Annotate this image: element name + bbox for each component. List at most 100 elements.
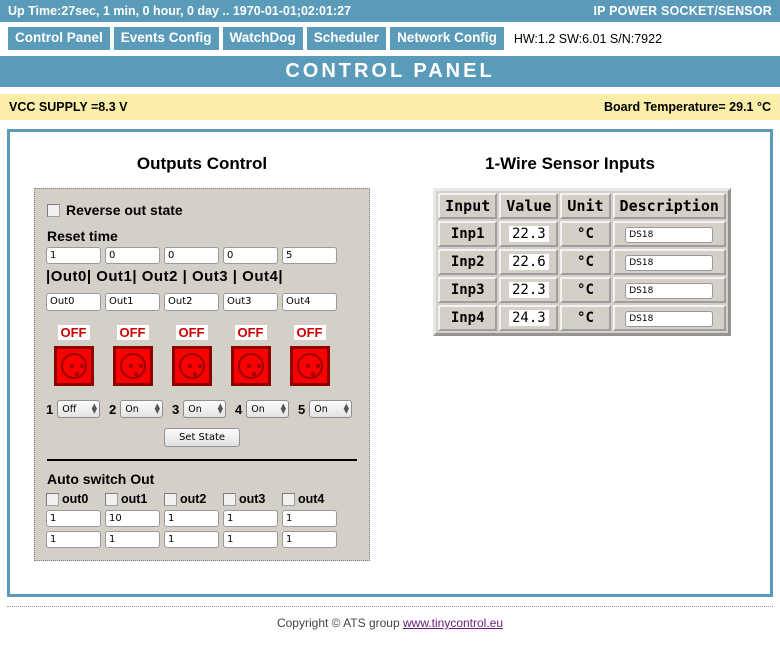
set-state-button[interactable]: Set State — [163, 428, 241, 447]
reverse-out-state-checkbox[interactable] — [47, 203, 60, 217]
auto-switch-off-input-0[interactable]: 1 — [46, 531, 101, 548]
selector-wrap-2: On ▲ ▼ — [120, 400, 163, 418]
auto-switch-on-input-3[interactable]: 1 — [223, 510, 278, 527]
sensor-description-input-1[interactable]: DS18 — [625, 255, 714, 271]
reset-time-inputs: 1 0 0 0 5 — [46, 247, 359, 264]
auto-switch-checkbox-3[interactable] — [223, 492, 236, 506]
reset-time-input-1[interactable]: 0 — [105, 247, 160, 264]
sensor-unit-2: °C — [560, 277, 611, 303]
sensor-value-cell-1: 22.6 — [499, 249, 559, 275]
sensor-description-input-2[interactable]: DS18 — [625, 283, 714, 299]
sensor-value-1: 22.6 — [508, 254, 549, 270]
reset-time-input-4[interactable]: 5 — [282, 247, 337, 264]
auto-switch-checkbox-0[interactable] — [46, 492, 59, 506]
reverse-out-state-label: Reverse out state — [66, 202, 183, 218]
selector-number-4: 4 — [235, 401, 243, 417]
auto-switch-cell-1[interactable]: out1 — [105, 492, 160, 506]
output-state-cell-3: OFF — [223, 325, 278, 340]
auto-switch-on-input-2[interactable]: 1 — [164, 510, 219, 527]
output-name-input-3[interactable]: Out3 — [223, 293, 278, 311]
auto-switch-on-input-1[interactable]: 10 — [105, 510, 160, 527]
sensor-inputs-section: 1-Wire Sensor Inputs Input Value Unit De… — [394, 132, 770, 561]
selector-number-5: 5 — [298, 401, 306, 417]
tab-events-config[interactable]: Events Config — [113, 27, 219, 50]
auto-switch-checkbox-2[interactable] — [164, 492, 177, 506]
sensor-table-head: Input Value Unit Description — [438, 193, 726, 219]
socket-pin-0-a — [69, 364, 74, 368]
outputs-control-title: Outputs Control — [136, 154, 268, 173]
tab-watchdog[interactable]: WatchDog — [222, 27, 303, 50]
auto-switch-title: Auto switch Out — [47, 471, 155, 487]
output-state-select-4-value: On — [251, 403, 265, 415]
auto-switch-checkbox-1[interactable] — [105, 492, 118, 506]
auto-switch-label-2: out2 — [180, 492, 207, 506]
socket-pin-4-b — [315, 364, 320, 368]
socket-pin-0-b — [79, 364, 84, 368]
auto-switch-checkbox-4[interactable] — [282, 492, 295, 506]
output-name-input-1[interactable]: Out1 — [105, 293, 160, 311]
sensor-inputs-title: 1-Wire Sensor Inputs — [485, 154, 655, 173]
chevron-updown-icon-2: ▲ ▼ — [154, 402, 160, 415]
tab-control-panel[interactable]: Control Panel — [8, 27, 110, 50]
firmware-version-info: HW:1.2 SW:6.01 S/N:7922 — [513, 31, 663, 46]
power-socket-icon-0[interactable] — [53, 346, 94, 386]
output-state-3: OFF — [234, 325, 267, 340]
top-status-bar: Up Time:27sec, 1 min, 0 hour, 0 day .. 1… — [0, 0, 780, 22]
tab-scheduler[interactable]: Scheduler — [306, 27, 387, 50]
uptime-text: Up Time:27sec, 1 min, 0 hour, 0 day .. 1… — [8, 4, 351, 18]
power-socket-icon-3[interactable] — [230, 346, 271, 386]
tinycontrol-link[interactable]: www.tinycontrol.eu — [403, 616, 503, 630]
selector-number-3: 3 — [172, 401, 180, 417]
set-state-row: Set State — [45, 428, 359, 447]
auto-switch-off-input-3[interactable]: 1 — [223, 531, 278, 548]
auto-switch-on-input-4[interactable]: 1 — [282, 510, 337, 527]
output-state-select-3[interactable]: On ▲ ▼ — [183, 400, 226, 418]
page-title: CONTROL PANEL — [0, 56, 780, 87]
panel-columns: Outputs Control Reverse out state Reset … — [10, 132, 770, 561]
col-header-description: Description — [612, 193, 726, 219]
auto-switch-cell-4[interactable]: out4 — [282, 492, 337, 506]
power-socket-icon-4[interactable] — [289, 346, 330, 386]
auto-switch-cell-0[interactable]: out0 — [46, 492, 101, 506]
sensor-description-input-0[interactable]: DS18 — [625, 227, 714, 243]
reset-time-label: Reset time — [47, 228, 118, 244]
power-socket-icon-2[interactable] — [171, 346, 212, 386]
output-column-headers: |Out0| Out1| Out2 | Out3 | Out4| — [46, 268, 284, 285]
power-socket-icon-1[interactable] — [112, 346, 153, 386]
auto-switch-label-3: out3 — [239, 492, 266, 506]
status-band: VCC SUPPLY =8.3 V Board Temperature= 29.… — [0, 94, 780, 120]
reverse-out-state-row[interactable]: Reverse out state — [47, 202, 359, 218]
vcc-supply-value: VCC SUPPLY =8.3 V — [9, 100, 128, 114]
output-state-select-4[interactable]: On ▲ ▼ — [246, 400, 289, 418]
reset-time-input-0[interactable]: 1 — [46, 247, 101, 264]
auto-switch-off-input-2[interactable]: 1 — [164, 531, 219, 548]
auto-switch-on-input-0[interactable]: 1 — [46, 510, 101, 527]
auto-switch-off-input-1[interactable]: 1 — [105, 531, 160, 548]
tab-network-config[interactable]: Network Config — [390, 27, 504, 50]
output-state-selectors: 1 Off ▲ ▼ 2 On ▲ ▼ 3 On ▲ ▼ 4 On ▲ ▼ 5 O… — [46, 400, 359, 418]
output-state-select-1[interactable]: Off ▲ ▼ — [57, 400, 100, 418]
output-state-cell-2: OFF — [164, 325, 219, 340]
output-state-1: OFF — [116, 325, 149, 340]
reset-time-input-2[interactable]: 0 — [164, 247, 219, 264]
output-state-select-3-value: On — [188, 403, 202, 415]
table-row: Inp1 22.3 °C DS18 — [438, 221, 726, 247]
sensor-unit-3: °C — [560, 305, 611, 331]
auto-switch-cell-2[interactable]: out2 — [164, 492, 219, 506]
sensor-description-input-3[interactable]: DS18 — [625, 311, 714, 327]
output-name-input-4[interactable]: Out4 — [282, 293, 337, 311]
output-state-select-2[interactable]: On ▲ ▼ — [120, 400, 163, 418]
auto-switch-off-input-4[interactable]: 1 — [282, 531, 337, 548]
socket-pin-2-b — [197, 364, 202, 368]
copyright-text: Copyright © ATS group — [276, 616, 403, 630]
output-name-input-2[interactable]: Out2 — [164, 293, 219, 311]
sensor-input-name-3: Inp4 — [438, 305, 498, 331]
outputs-control-box: Reverse out state Reset time 1 0 0 0 5 |… — [34, 188, 370, 561]
output-state-select-2-value: On — [125, 403, 139, 415]
output-state-0: OFF — [57, 325, 90, 340]
output-state-select-5[interactable]: On ▲ ▼ — [309, 400, 352, 418]
reset-time-input-3[interactable]: 0 — [223, 247, 278, 264]
auto-switch-cell-3[interactable]: out3 — [223, 492, 278, 506]
main-panel: Outputs Control Reverse out state Reset … — [7, 129, 773, 597]
output-name-input-0[interactable]: Out0 — [46, 293, 101, 311]
